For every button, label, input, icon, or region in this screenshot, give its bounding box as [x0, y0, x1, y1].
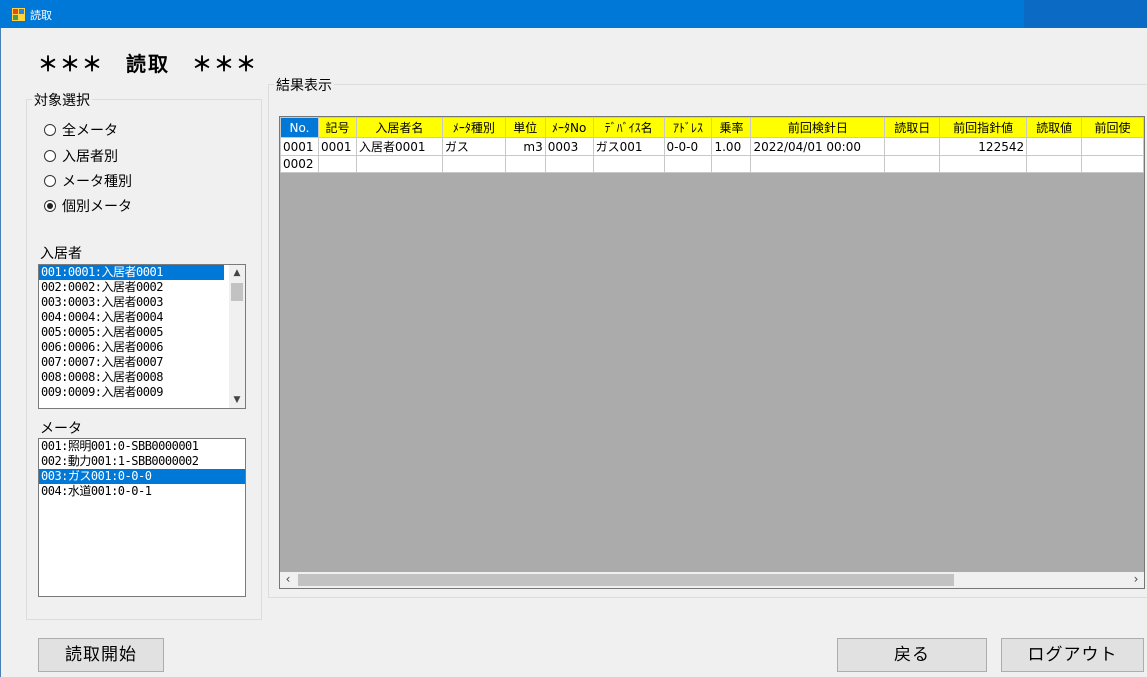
radio-all-meters[interactable]: 全メータ [44, 120, 118, 140]
target-selection-title: 対象選択 [32, 90, 92, 110]
column-header[interactable]: 乗率 [711, 117, 752, 138]
table-cell[interactable] [750, 155, 886, 173]
table-cell[interactable] [1026, 137, 1083, 156]
radio-dot [44, 124, 56, 136]
scroll-left-icon[interactable]: ‹ [280, 572, 296, 588]
column-header[interactable]: 読取日 [884, 117, 941, 138]
scroll-up-icon[interactable]: ▲ [229, 265, 245, 281]
title-bar: 読取 [0, 0, 1147, 28]
table-cell[interactable]: 0001 [317, 137, 357, 156]
horizontal-scrollbar[interactable]: ‹ › [280, 572, 1144, 588]
residents-label: 入居者 [40, 246, 82, 262]
column-header[interactable]: 読取値 [1026, 117, 1083, 138]
results-table: No. 記号 入居者名 ﾒｰﾀ種別 単位 ﾒｰﾀNo ﾃﾞﾊﾞｲｽ名 ｱﾄﾞﾚｽ 乗率 前回検針日… [280, 117, 1144, 173]
table-cell[interactable]: 2022/04/01 00:00 [750, 137, 886, 156]
table-cell[interactable] [711, 155, 752, 173]
table-cell[interactable] [939, 155, 1028, 173]
scroll-thumb[interactable] [231, 283, 243, 301]
list-item[interactable]: 006:0006:入居者0006 [39, 340, 245, 355]
column-header[interactable]: 単位 [504, 117, 546, 138]
table-cell[interactable] [884, 137, 941, 156]
logout-button[interactable]: ログアウト [1001, 638, 1144, 672]
list-item[interactable]: 002:動力001:1-SBB0000002 [39, 454, 245, 469]
scroll-down-icon[interactable]: ▼ [229, 392, 245, 408]
results-grid[interactable]: No. 記号 入居者名 ﾒｰﾀ種別 単位 ﾒｰﾀNo ﾃﾞﾊﾞｲｽ名 ｱﾄﾞﾚｽ 乗率 前回検針日… [279, 116, 1145, 589]
table-cell[interactable] [504, 155, 546, 173]
table-row[interactable]: 0001 0001 入居者0001 ガス m3 0003 ガス001 0-0-0 1.00 202… [280, 137, 1144, 156]
column-header[interactable]: 記号 [317, 117, 357, 138]
table-cell[interactable]: ガス001 [592, 137, 665, 156]
start-reading-button[interactable]: 読取開始 [38, 638, 164, 672]
table-cell[interactable]: 0003 [544, 137, 594, 156]
list-item[interactable]: 008:0008:入居者0008 [39, 370, 245, 385]
window-controls-area [1024, 0, 1147, 28]
column-header[interactable]: ﾒｰﾀNo [544, 117, 594, 138]
table-cell[interactable] [592, 155, 665, 173]
result-title: 結果表示 [274, 75, 334, 95]
table-cell[interactable] [1026, 155, 1083, 173]
table-cell[interactable] [544, 155, 594, 173]
column-header[interactable]: ｱﾄﾞﾚｽ [663, 117, 713, 138]
table-cell[interactable]: 0001 [280, 137, 319, 156]
column-header[interactable]: 前回使 [1081, 117, 1144, 138]
scroll-thumb[interactable] [298, 574, 954, 586]
window-border [0, 28, 1, 677]
table-cell[interactable] [884, 155, 941, 173]
table-row[interactable]: 0002 [280, 155, 1144, 173]
radio-dot [44, 150, 56, 162]
table-cell[interactable]: m3 [504, 137, 546, 156]
list-item[interactable]: 003:0003:入居者0003 [39, 295, 245, 310]
vertical-scrollbar[interactable]: ▲ ▼ [229, 265, 245, 408]
table-cell[interactable] [1081, 155, 1144, 173]
list-item[interactable]: 004:0004:入居者0004 [39, 310, 245, 325]
list-item[interactable]: 001:0001:入居者0001 [39, 265, 224, 280]
table-cell[interactable]: 0002 [280, 155, 319, 173]
radio-label: 個別メータ [62, 199, 132, 215]
table-cell[interactable] [441, 155, 506, 173]
column-header[interactable]: ﾒｰﾀ種別 [441, 117, 506, 138]
scroll-right-icon[interactable]: › [1128, 572, 1144, 588]
column-header[interactable]: ﾃﾞﾊﾞｲｽ名 [592, 117, 665, 138]
list-item[interactable]: 001:照明001:0-SBB0000001 [39, 439, 245, 454]
column-header[interactable]: 入居者名 [355, 117, 443, 138]
residents-listbox[interactable]: 001:0001:入居者0001 002:0002:入居者0002 003:00… [38, 264, 246, 409]
radio-label: 入居者別 [62, 149, 118, 165]
window-title: 読取 [30, 9, 52, 22]
radio-by-meter-type[interactable]: メータ種別 [44, 171, 132, 191]
meters-label: メータ [40, 421, 82, 437]
table-cell[interactable]: 0-0-0 [663, 137, 713, 156]
table-cell[interactable] [663, 155, 713, 173]
table-cell[interactable] [1081, 137, 1144, 156]
page-heading: ＊＊＊ 読取 ＊＊＊ [38, 52, 258, 76]
column-header-no[interactable]: No. [280, 117, 319, 138]
list-item[interactable]: 007:0007:入居者0007 [39, 355, 245, 370]
radio-dot-checked [44, 200, 56, 212]
list-item[interactable]: 003:ガス001:0-0-0 [39, 469, 245, 484]
meters-listbox[interactable]: 001:照明001:0-SBB0000001 002:動力001:1-SBB00… [38, 438, 246, 597]
radio-dot [44, 175, 56, 187]
table-cell[interactable]: 入居者0001 [355, 137, 443, 156]
radio-individual-meter[interactable]: 個別メータ [44, 196, 132, 216]
back-button[interactable]: 戻る [837, 638, 987, 672]
list-item[interactable]: 002:0002:入居者0002 [39, 280, 245, 295]
table-cell[interactable] [355, 155, 443, 173]
list-item[interactable]: 009:0009:入居者0009 [39, 385, 245, 400]
list-item[interactable]: 005:0005:入居者0005 [39, 325, 245, 340]
app-icon [12, 8, 25, 21]
table-cell[interactable]: 1.00 [711, 137, 752, 156]
column-header[interactable]: 前回指針値 [939, 117, 1028, 138]
table-cell[interactable]: ガス [441, 137, 506, 156]
table-cell[interactable] [317, 155, 357, 173]
radio-label: メータ種別 [62, 174, 132, 190]
column-header[interactable]: 前回検針日 [750, 117, 886, 138]
radio-label: 全メータ [62, 123, 118, 139]
table-cell[interactable]: 122542 [939, 137, 1028, 156]
list-item[interactable]: 004:水道001:0-0-1 [39, 484, 245, 499]
radio-by-resident[interactable]: 入居者別 [44, 146, 118, 166]
